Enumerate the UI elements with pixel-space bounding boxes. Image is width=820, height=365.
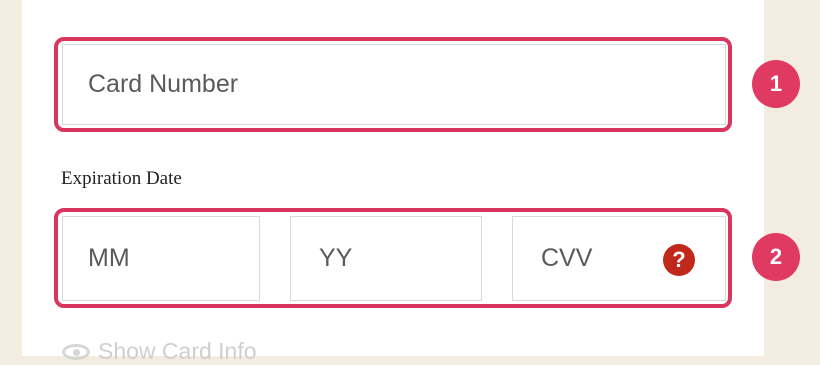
expiration-date-label: Expiration Date <box>61 168 182 189</box>
expiration-month-field-container <box>62 216 260 301</box>
expiration-year-field-container <box>290 216 482 301</box>
cvv-field-container: ? <box>512 216 726 301</box>
annotation-badge-2: 2 <box>752 233 800 281</box>
show-card-info-label: Show Card Info <box>98 338 257 364</box>
expiration-month-input[interactable] <box>88 244 259 273</box>
expiration-year-input[interactable] <box>319 244 481 273</box>
eye-icon <box>62 343 90 360</box>
show-card-info-toggle[interactable]: Show Card Info <box>62 338 257 365</box>
card-number-input[interactable] <box>88 70 725 99</box>
question-circle-icon[interactable]: ? <box>663 244 695 276</box>
annotation-badge-1: 1 <box>752 60 800 108</box>
card-number-field-container <box>62 44 726 125</box>
cvv-input[interactable] <box>541 244 725 273</box>
